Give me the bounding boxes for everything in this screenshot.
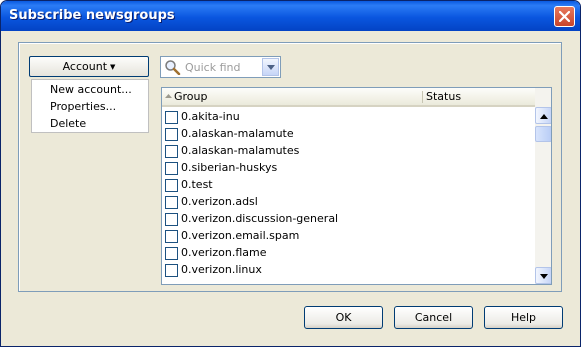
list-item[interactable]: 0.alaskan-malamute <box>162 126 535 143</box>
list-item[interactable]: 0.test <box>162 177 535 194</box>
list-item[interactable]: 0.akita-inu <box>162 109 535 126</box>
account-button-label: Account <box>62 60 108 73</box>
scroll-up-button[interactable] <box>535 107 551 124</box>
subscribe-checkbox[interactable] <box>165 196 178 209</box>
account-menu: New account... Properties... Delete <box>31 79 149 133</box>
subscribe-checkbox[interactable] <box>165 230 178 243</box>
scroll-down-icon <box>540 274 548 279</box>
subscribe-checkbox[interactable] <box>165 145 178 158</box>
subscribe-checkbox[interactable] <box>165 247 178 260</box>
cancel-button[interactable]: Cancel <box>394 306 473 329</box>
subscribe-checkbox[interactable] <box>165 264 178 277</box>
list-header: Group Status <box>162 88 535 107</box>
list-item[interactable]: 0.verizon.adsl <box>162 194 535 211</box>
subscribe-checkbox[interactable] <box>165 128 178 141</box>
chevron-down-icon <box>267 65 275 70</box>
column-header-group[interactable]: Group <box>174 88 208 105</box>
menu-item-properties[interactable]: Properties... <box>50 98 116 115</box>
quick-find-box[interactable]: Quick find <box>160 56 281 78</box>
ok-button[interactable]: OK <box>304 306 383 329</box>
scroll-down-button[interactable] <box>535 267 551 284</box>
list-item[interactable]: 0.siberian-huskys <box>162 160 535 177</box>
title-bar[interactable]: Subscribe newsgroups <box>1 1 580 31</box>
vertical-scrollbar[interactable] <box>535 88 551 284</box>
search-icon <box>165 60 181 75</box>
subscribe-checkbox[interactable] <box>165 162 178 175</box>
search-input[interactable]: Quick find <box>185 61 240 74</box>
menu-item-new-account[interactable]: New account... <box>50 81 132 98</box>
list-item[interactable]: 0.verizon.email.spam <box>162 228 535 245</box>
column-divider[interactable] <box>422 91 423 103</box>
column-header-status[interactable]: Status <box>426 88 461 105</box>
subscribe-checkbox[interactable] <box>165 213 178 226</box>
window-title: Subscribe newsgroups <box>9 8 175 23</box>
list-item[interactable]: 0.verizon.flame <box>162 245 535 262</box>
dropdown-arrow-icon: ▼ <box>110 63 116 71</box>
help-button[interactable]: Help <box>484 306 563 329</box>
subscribe-newsgroups-dialog: Subscribe newsgroups Account ▼ New accoun… <box>0 0 581 347</box>
account-button[interactable]: Account ▼ <box>29 56 149 77</box>
list-item[interactable]: 0.verizon.linux <box>162 262 535 279</box>
close-button[interactable] <box>554 6 575 27</box>
subscribe-checkbox[interactable] <box>165 111 178 124</box>
list-item[interactable]: 0.alaskan-malamutes <box>162 143 535 160</box>
quick-find-dropdown-button[interactable] <box>262 58 279 76</box>
newsgroup-list[interactable]: Group Status 0.akita-inu 0.alaskan-malam… <box>161 87 552 285</box>
list-item[interactable]: 0.verizon.discussion-general <box>162 211 535 228</box>
menu-item-delete[interactable]: Delete <box>50 115 86 132</box>
scrollbar-thumb[interactable] <box>535 126 551 142</box>
subscribe-checkbox[interactable] <box>165 179 178 192</box>
scroll-up-icon <box>540 114 548 119</box>
close-icon <box>559 11 570 22</box>
sort-ascending-icon <box>165 94 172 98</box>
